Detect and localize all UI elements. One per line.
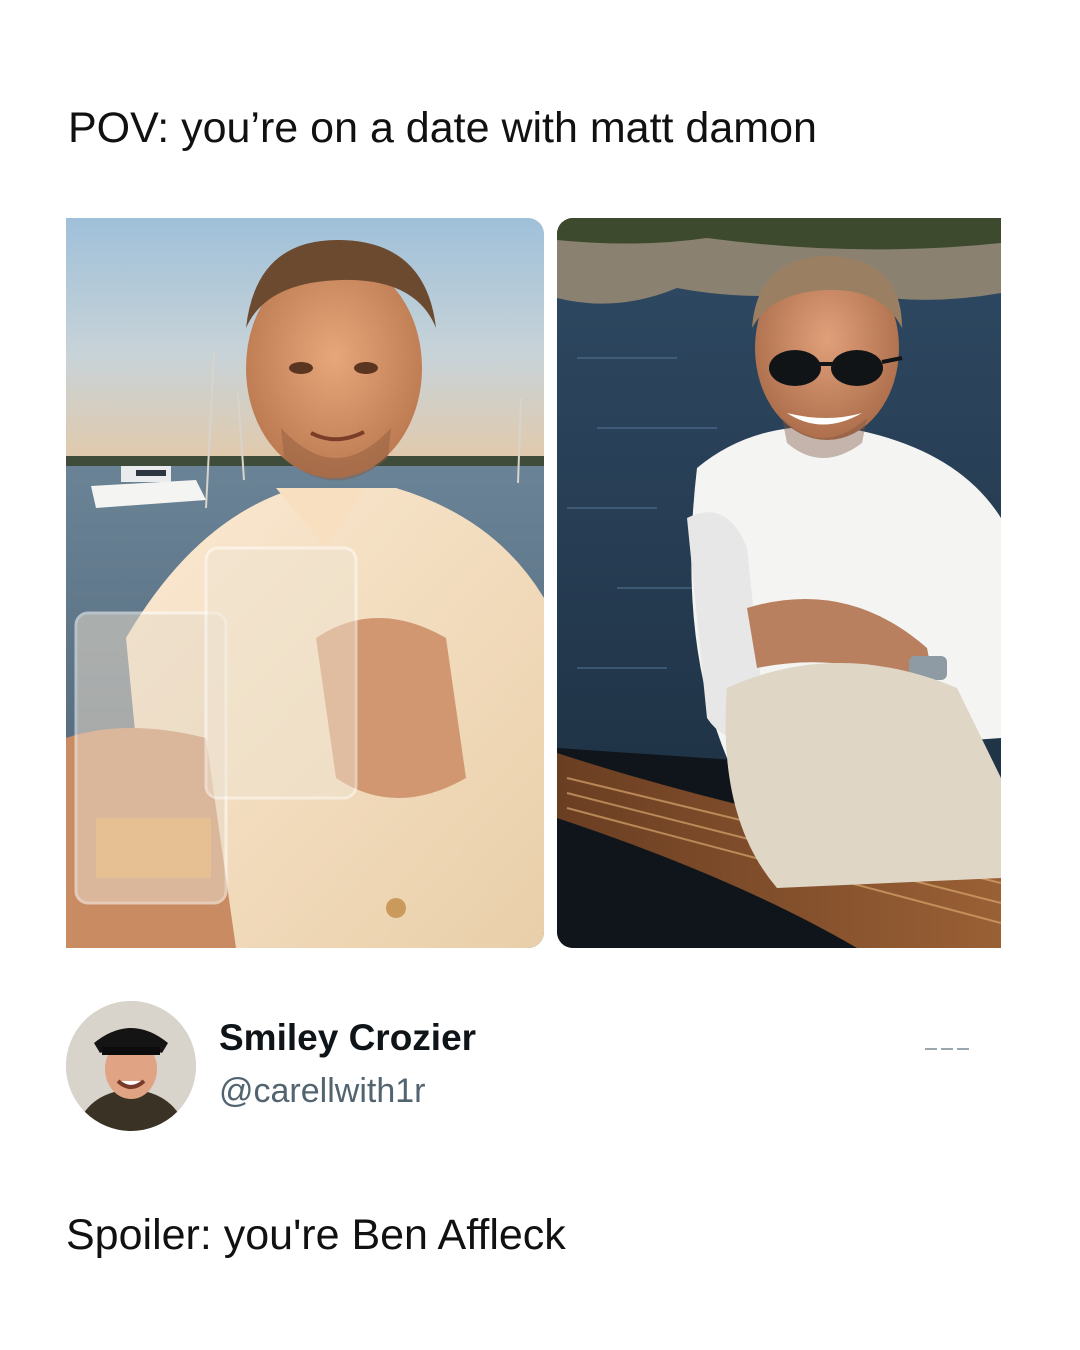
reply-text: Spoiler: you're Ben Affleck — [66, 1211, 566, 1259]
more-options-icon[interactable] — [925, 1048, 973, 1054]
reply-display-name[interactable]: Smiley Crozier — [219, 1014, 476, 1062]
reply-handle[interactable]: @carellwith1r — [219, 1068, 425, 1114]
user-avatar-icon[interactable] — [66, 1001, 196, 1131]
photo-boat-sunglasses — [557, 218, 1001, 948]
photo-sunset-toast — [66, 218, 544, 948]
post-headline: POV: you’re on a date with matt damon — [68, 104, 817, 152]
photo-left[interactable] — [66, 218, 544, 948]
avatar-image — [66, 1001, 196, 1131]
photo-right[interactable] — [557, 218, 1001, 948]
